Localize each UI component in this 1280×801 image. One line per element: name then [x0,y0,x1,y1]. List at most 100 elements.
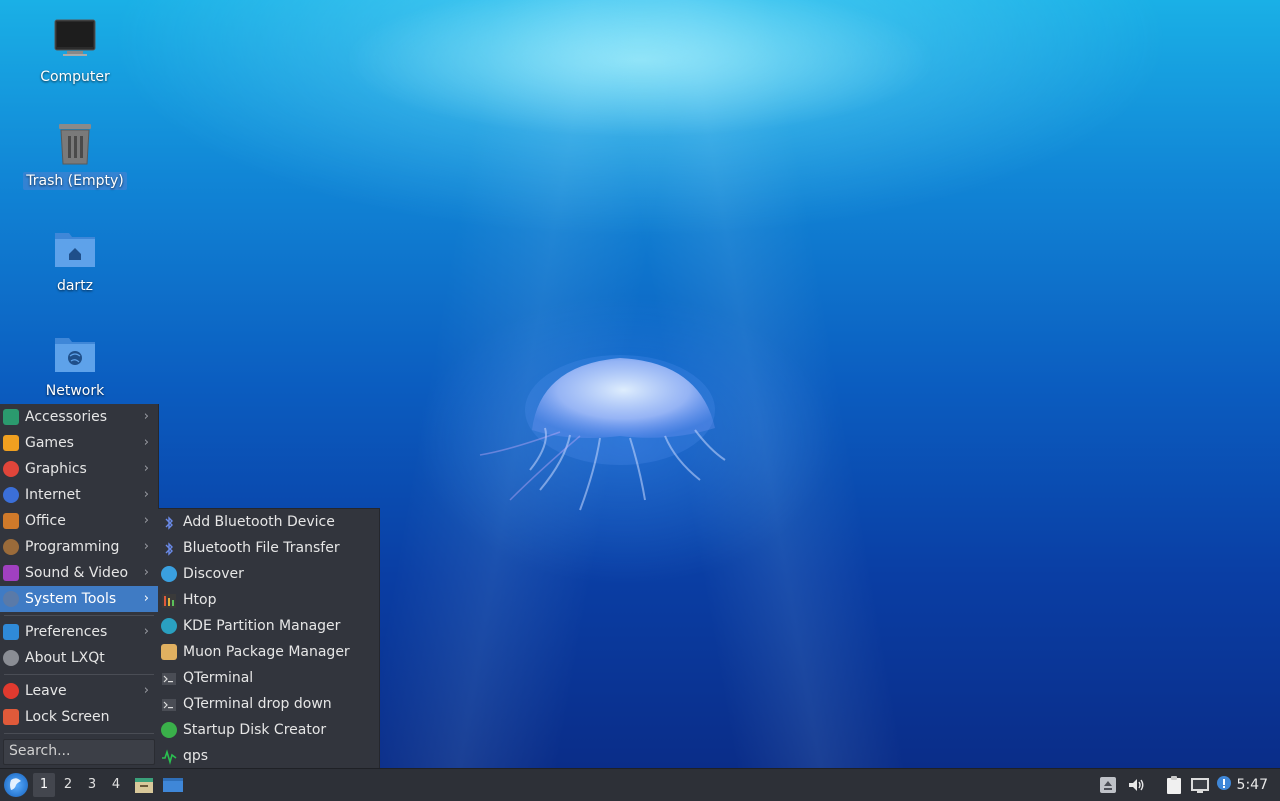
menu-separator [4,733,154,734]
programming-icon [3,539,19,555]
menu-item-label: Graphics [25,461,87,477]
chevron-right-icon: › [143,683,149,698]
submenu-item-label: Htop [183,592,217,608]
desktop-switch-1[interactable]: 1 [33,773,55,797]
chevron-right-icon: › [143,461,149,476]
sound-video-icon [3,565,19,581]
clipboard-icon [1167,776,1181,794]
submenu-item-label: QTerminal drop down [183,696,332,712]
menu-search-input[interactable] [4,740,154,762]
home-folder-icon [53,227,97,271]
menu-item-system-tools[interactable]: System Tools › [0,586,158,612]
wallpaper-jellyfish [479,355,726,511]
desktop-icon-label: dartz [56,278,94,294]
application-menu: Accessories › Games › Graphics › Interne… [0,404,159,768]
terminal-icon [161,696,177,712]
clipboard-button[interactable] [1164,775,1184,795]
bluetooth-icon [161,514,177,530]
clock[interactable]: 5:47 [1237,769,1268,801]
menu-item-internet[interactable]: Internet › [0,482,158,508]
update-notifier-button[interactable] [1216,775,1232,795]
submenu-item-discover[interactable]: Discover [158,561,379,587]
internet-icon [3,487,19,503]
menu-item-office[interactable]: Office › [0,508,158,534]
desktop-icon-computer[interactable]: Computer [20,18,130,86]
network-status-button[interactable] [1190,775,1210,795]
submenu-item-label: Startup Disk Creator [183,722,327,738]
network-wired-icon [1191,778,1209,793]
info-icon [3,650,19,666]
menu-item-label: Lock Screen [25,709,110,725]
desktop-switch-4[interactable]: 4 [105,773,127,797]
chevron-right-icon: › [143,624,149,639]
chevron-right-icon: › [143,565,149,580]
file-manager-icon [135,778,153,793]
submenu-item-qterminal-drop-down[interactable]: QTerminal drop down [158,691,379,717]
volume-button[interactable] [1126,775,1146,795]
bluetooth-icon [161,540,177,556]
info-notification-icon [1217,776,1231,790]
submenu-item-muon-package-manager[interactable]: Muon Package Manager [158,639,379,665]
submenu-item-bluetooth-file-transfer[interactable]: Bluetooth File Transfer [158,535,379,561]
menu-item-lock-screen[interactable]: Lock Screen [0,704,158,730]
menu-item-graphics[interactable]: Graphics › [0,456,158,482]
submenu-item-htop[interactable]: Htop [158,587,379,613]
computer-icon [53,18,97,62]
submenu-item-kde-partition-manager[interactable]: KDE Partition Manager [158,613,379,639]
desktop-icon-network[interactable]: Network [20,332,130,400]
menu-item-label: Preferences [25,624,108,640]
menu-item-label: Sound & Video [25,565,129,581]
package-icon [161,644,177,660]
partition-icon [161,618,177,634]
menu-item-label: System Tools [25,591,117,607]
submenu-item-qps[interactable]: qps [158,743,379,769]
accessories-icon [3,409,19,425]
office-icon [3,513,19,529]
desktop-switch-3[interactable]: 3 [81,773,103,797]
show-desktop-icon [163,778,183,792]
disk-creator-icon [161,722,177,738]
submenu-item-add-bluetooth-device[interactable]: Add Bluetooth Device [158,509,379,535]
games-icon [3,435,19,451]
eject-media-button[interactable] [1098,775,1118,795]
file-manager-launcher[interactable] [134,775,154,795]
lxqt-menu-button[interactable] [4,773,28,797]
desktop-switch-2[interactable]: 2 [57,773,79,797]
submenu-item-label: Bluetooth File Transfer [183,540,340,556]
desktop-icon-home-folder[interactable]: dartz [20,227,130,295]
menu-separator [4,674,154,675]
desktop-icon-label: Network [45,383,105,399]
desktop-icon-trash[interactable]: Trash (Empty) [20,122,130,190]
submenu-item-label: Discover [183,566,244,582]
desktop-icon-label: Computer [40,69,110,85]
chevron-right-icon: › [143,487,149,502]
menu-item-label: Accessories [25,409,108,425]
network-folder-icon [53,332,97,376]
speaker-icon [1129,779,1144,791]
menu-item-leave[interactable]: Leave › [0,678,158,704]
menu-item-label: Office [25,513,66,529]
system-tools-submenu: Add Bluetooth Device Bluetooth File Tran… [158,508,380,770]
terminal-icon [161,670,177,686]
menu-separator [4,615,154,616]
submenu-item-startup-disk-creator[interactable]: Startup Disk Creator [158,717,379,743]
menu-item-sound-video[interactable]: Sound & Video › [0,560,158,586]
menu-item-games[interactable]: Games › [0,430,158,456]
submenu-item-qterminal[interactable]: QTerminal [158,665,379,691]
menu-item-label: Games [25,435,74,451]
system-tools-icon [3,591,19,607]
preferences-icon [3,624,19,640]
menu-item-accessories[interactable]: Accessories › [0,404,158,430]
menu-item-preferences[interactable]: Preferences › [0,619,158,645]
htop-icon [161,592,177,608]
submenu-item-label: Muon Package Manager [183,644,350,660]
menu-item-about-lxqt[interactable]: About LXQt [0,645,158,671]
menu-item-programming[interactable]: Programming › [0,534,158,560]
lxqt-logo-icon [10,778,21,790]
submenu-item-label: Add Bluetooth Device [183,514,335,530]
menu-item-label: Internet [25,487,81,503]
qps-icon [161,748,177,765]
chevron-right-icon: › [143,435,149,450]
show-desktop-button[interactable] [162,775,184,795]
menu-item-label: About LXQt [25,650,105,666]
